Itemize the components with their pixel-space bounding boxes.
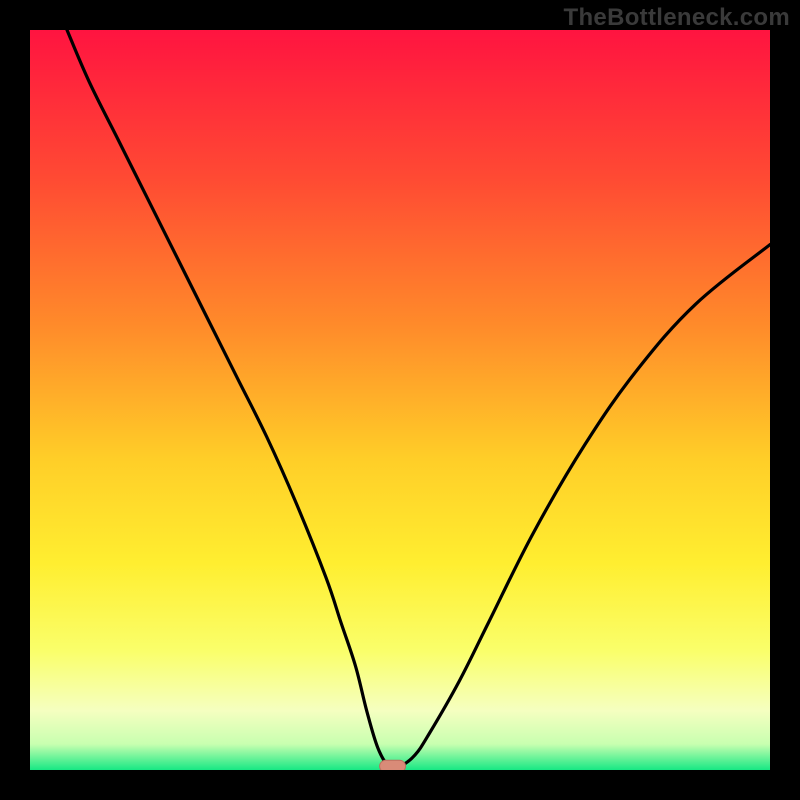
chart-frame: TheBottleneck.com xyxy=(0,0,800,800)
watermark-text: TheBottleneck.com xyxy=(564,4,790,32)
optimum-marker xyxy=(380,760,406,770)
chart-svg xyxy=(30,30,770,770)
chart-background xyxy=(30,30,770,770)
plot-area xyxy=(30,30,770,770)
